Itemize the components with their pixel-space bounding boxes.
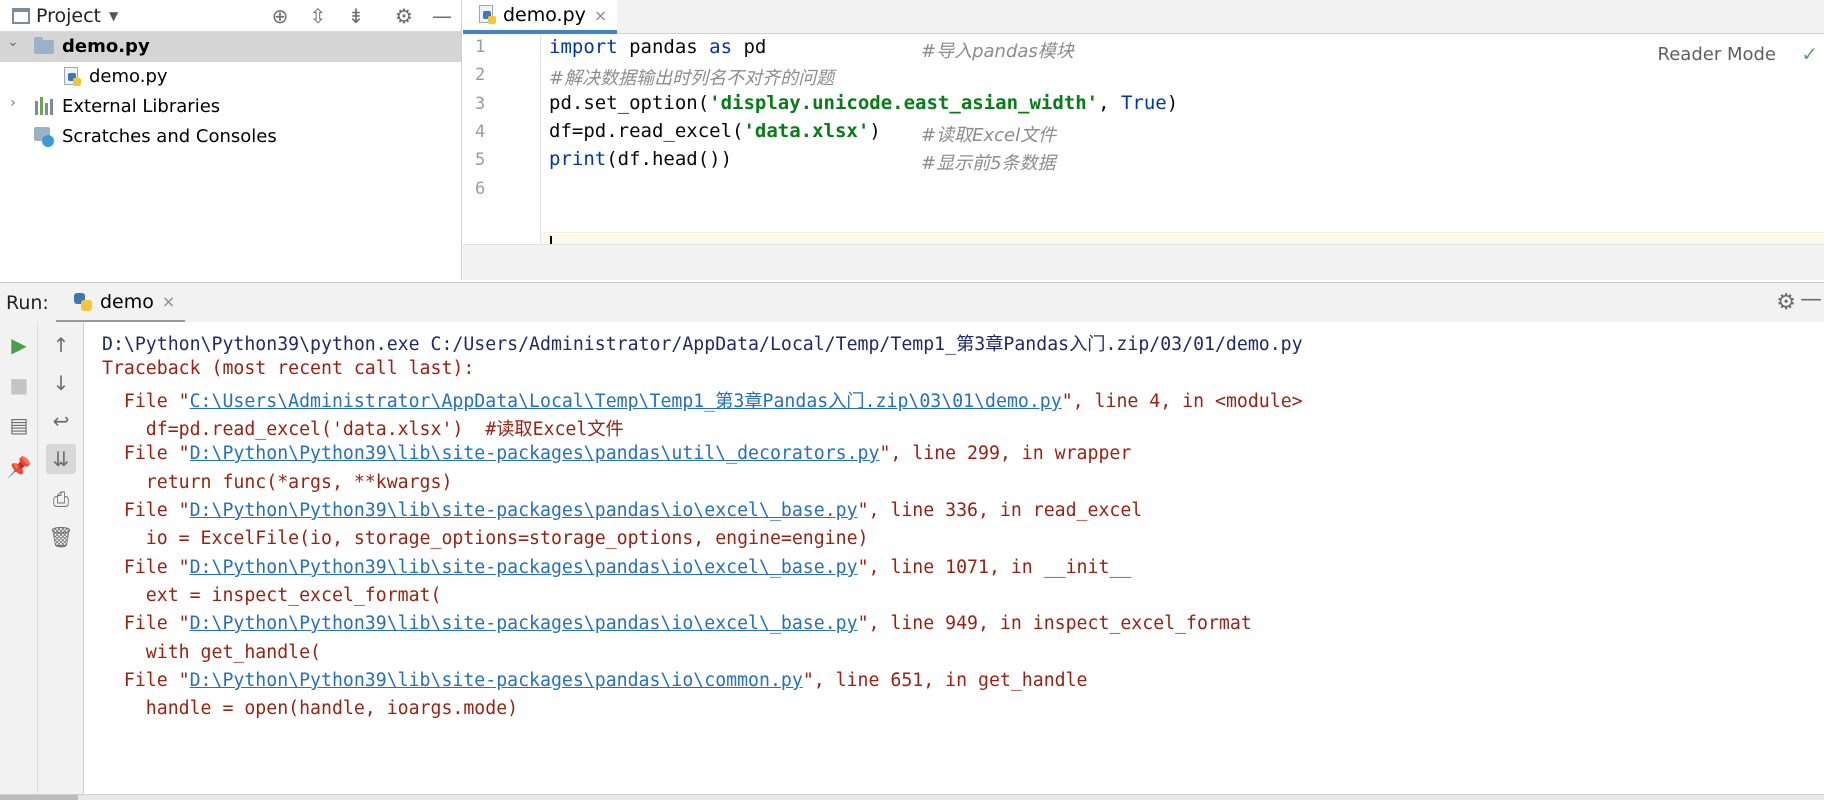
console-code-line: with get_handle(	[102, 642, 321, 663]
code-line-3: pd.set_option('display.unicode.east_asia…	[549, 92, 1179, 114]
file-link[interactable]: D:\Python\Python39\lib\site-packages\pan…	[190, 613, 858, 634]
file-link[interactable]: C:\Users\Administrator\AppData\Local\Tem…	[190, 391, 1062, 412]
tree-item-label: Scratches and Consoles	[62, 126, 277, 147]
console-code-line: io = ExcelFile(io, storage_options=stora…	[102, 528, 869, 549]
console-output[interactable]: D:\Python\Python39\python.exe C:/Users/A…	[84, 322, 1824, 794]
console-traceback-header: Traceback (most recent call last):	[102, 358, 475, 379]
python-file-icon	[62, 67, 82, 87]
tree-item-label: External Libraries	[62, 96, 221, 117]
gear-icon[interactable]: ⚙	[385, 4, 423, 28]
line-number: 2	[475, 65, 486, 85]
run-toolbar-secondary: ↑ ↓ ↩ ⇊ ⎙ 🗑	[38, 322, 84, 794]
soft-wrap-icon[interactable]: ↩	[46, 406, 76, 436]
editor-tab-label: demo.py	[503, 4, 586, 26]
arrow-up-icon[interactable]: ↑	[46, 330, 76, 360]
horizontal-scrollbar[interactable]	[0, 794, 1824, 800]
project-toolbar: ⊕ ⇳ ⇟ ⚙ —	[261, 0, 461, 32]
layout-icon[interactable]: ▤	[4, 410, 34, 440]
run-header: Run: demo × ⚙ —	[0, 282, 1824, 323]
line-number: 5	[475, 150, 486, 170]
scrollbar-thumb[interactable]	[0, 795, 78, 800]
console-file-line: File "D:\Python\Python39\lib\site-packag…	[102, 613, 1252, 634]
project-title[interactable]: Project	[36, 5, 101, 27]
code-line-4: df=pd.read_excel('data.xlsx')	[549, 120, 881, 142]
file-link[interactable]: D:\Python\Python39\lib\site-packages\pan…	[190, 557, 858, 578]
console-code-line: return func(*args, **kwargs)	[102, 472, 453, 493]
line-number: 4	[475, 122, 486, 142]
close-icon[interactable]: ×	[594, 6, 607, 25]
editor-tab-demo[interactable]: demo.py ×	[463, 0, 618, 34]
tree-item-scratches[interactable]: Scratches and Consoles	[0, 122, 461, 152]
trash-icon[interactable]: 🗑	[46, 522, 76, 552]
editor-bottom-bar	[463, 244, 1824, 280]
tree-item-label: demo.py	[62, 36, 150, 57]
run-toolbar-primary: ▶ ■ ▤ 📌	[0, 322, 38, 794]
file-link[interactable]: D:\Python\Python39\lib\site-packages\pan…	[190, 500, 858, 521]
file-link[interactable]: D:\Python\Python39\lib\site-packages\pan…	[190, 670, 803, 691]
line-number: 6	[475, 179, 486, 199]
console-code-line: df=pd.read_excel('data.xlsx') #读取Excel文件	[102, 419, 624, 440]
close-icon[interactable]: ×	[162, 292, 175, 311]
minimize-icon[interactable]: —	[1800, 287, 1822, 312]
tree-item-demo-file[interactable]: demo.py	[0, 62, 461, 92]
python-file-icon	[477, 5, 497, 25]
file-link[interactable]: D:\Python\Python39\lib\site-packages\pan…	[190, 443, 880, 464]
library-icon	[34, 97, 54, 117]
check-icon: ✓	[1801, 42, 1818, 66]
stop-icon[interactable]: ■	[4, 370, 34, 400]
run-label: Run:	[6, 291, 49, 314]
tree-item-label: demo.py	[89, 66, 168, 87]
python-folder-icon	[34, 37, 54, 57]
chevron-down-icon[interactable]: ▼	[109, 9, 118, 23]
reader-mode-button[interactable]: Reader Mode	[1658, 44, 1776, 65]
collapse-arrow-icon[interactable]: ›	[6, 95, 20, 111]
locate-icon[interactable]: ⊕	[261, 4, 299, 28]
expand-arrow-icon[interactable]: ⌄	[6, 34, 20, 50]
collapse-all-icon[interactable]: ⇟	[337, 4, 375, 28]
line-gutter: 1 2 3 4 5 6	[463, 34, 541, 244]
project-window-icon	[12, 7, 30, 24]
run-tab-label: demo	[100, 290, 154, 313]
rerun-icon[interactable]: ▶	[4, 330, 34, 360]
editor: demo.py × 1 2 3 4 5 6 import pandas as p…	[463, 0, 1824, 280]
code-area[interactable]: 1 2 3 4 5 6 import pandas as pd #导入panda…	[463, 34, 1824, 244]
console-command-line: D:\Python\Python39\python.exe C:/Users/A…	[102, 334, 1303, 355]
line-number: 3	[475, 94, 486, 114]
tree-item-demo-folder[interactable]: ⌄ demo.py	[0, 32, 461, 62]
scratches-icon	[34, 127, 54, 147]
python-icon	[74, 292, 92, 311]
expand-all-icon[interactable]: ⇳	[299, 4, 337, 28]
console-file-line: File "D:\Python\Python39\lib\site-packag…	[102, 557, 1132, 578]
console-file-line: File "C:\Users\Administrator\AppData\Loc…	[102, 391, 1303, 412]
code-line-2: #解决数据输出时列名不对齐的问题	[549, 68, 835, 89]
scroll-to-end-icon[interactable]: ⇊	[46, 444, 76, 474]
run-tab-demo[interactable]: demo ×	[56, 283, 186, 323]
code-comment: #读取Excel文件	[921, 125, 1057, 146]
pin-icon[interactable]: 📌	[4, 452, 34, 482]
editor-tab-bar: demo.py ×	[463, 0, 1824, 34]
code-line-5: print(df.head())	[549, 148, 733, 170]
console-file-line: File "D:\Python\Python39\lib\site-packag…	[102, 670, 1088, 691]
caret-line-highlight	[463, 232, 1824, 244]
code-comment: #显示前5条数据	[921, 153, 1056, 174]
project-panel: Project ▼ ⊕ ⇳ ⇟ ⚙ — ⌄ demo.py demo.py ›	[0, 0, 462, 280]
gear-icon[interactable]: ⚙	[1776, 290, 1796, 315]
project-header: Project ▼ ⊕ ⇳ ⇟ ⚙ —	[0, 0, 461, 32]
console-file-line: File "D:\Python\Python39\lib\site-packag…	[102, 500, 1143, 521]
line-number: 1	[475, 37, 486, 57]
console-file-line: File "D:\Python\Python39\lib\site-packag…	[102, 443, 1132, 464]
print-icon[interactable]: ⎙	[46, 484, 76, 514]
tree-item-external-libraries[interactable]: › External Libraries	[0, 92, 461, 122]
code-comment: #导入pandas模块	[921, 41, 1074, 62]
console-code-line: ext = inspect_excel_format(	[102, 585, 442, 606]
code-line-1: import pandas as pd	[549, 36, 767, 58]
text-caret	[550, 236, 552, 244]
minimize-icon[interactable]: —	[423, 4, 461, 28]
arrow-down-icon[interactable]: ↓	[46, 368, 76, 398]
console-code-line: handle = open(handle, ioargs.mode)	[102, 698, 519, 719]
